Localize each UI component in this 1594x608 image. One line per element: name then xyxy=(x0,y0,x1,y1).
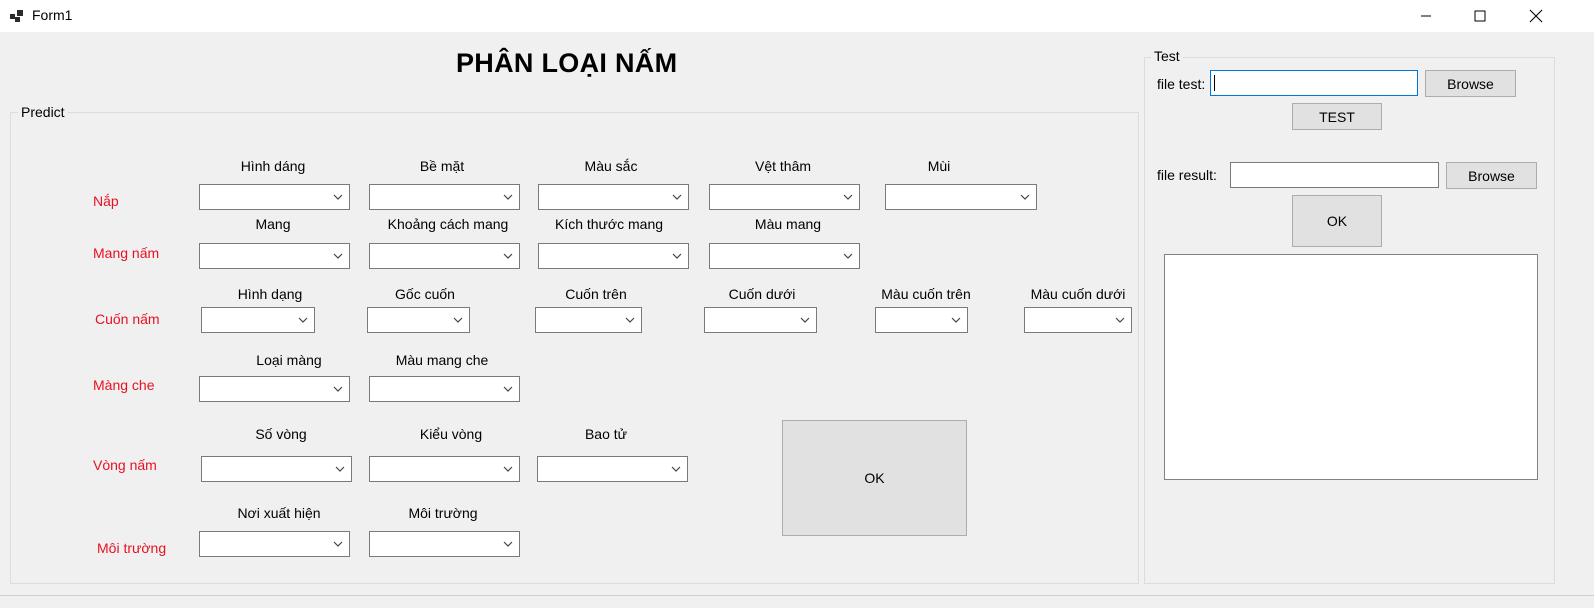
combo-hinh-dang[interactable] xyxy=(199,184,350,210)
row-label-cuon-nam: Cuốn nấm xyxy=(95,311,160,327)
combo-cuon-tren[interactable] xyxy=(535,307,642,333)
row-label-nap: Nắp xyxy=(93,193,119,209)
file-result-input[interactable] xyxy=(1230,162,1439,188)
file-test-input[interactable] xyxy=(1210,70,1418,96)
label-so-vong: Số vòng xyxy=(255,426,307,442)
chevron-down-icon xyxy=(1020,194,1030,200)
label-kich-thuoc-mang: Kích thước mang xyxy=(554,216,664,232)
label-mau-sac: Màu sắc xyxy=(584,158,638,174)
combo-kich-thuoc-mang[interactable] xyxy=(538,243,689,269)
predict-ok-button[interactable]: OK xyxy=(782,420,967,536)
label-cuon-tren: Cuốn trên xyxy=(565,286,627,302)
combo-so-vong[interactable] xyxy=(201,456,352,482)
label-mui: Mùi xyxy=(927,158,951,174)
app-grid-icon xyxy=(10,10,23,22)
chevron-down-icon xyxy=(333,541,343,547)
chevron-down-icon xyxy=(333,386,343,392)
chevron-down-icon xyxy=(503,466,513,472)
chevron-down-icon xyxy=(503,253,513,259)
chevron-down-icon xyxy=(672,253,682,259)
combo-mau-sac[interactable] xyxy=(538,184,689,210)
label-noi-xuat-hien: Nơi xuất hiện xyxy=(237,505,321,521)
file-test-label: file test: xyxy=(1157,76,1206,92)
combo-khoang-cach-mang[interactable] xyxy=(369,243,520,269)
label-hinh-dang: Hình dáng xyxy=(240,158,306,174)
combo-kieu-vong[interactable] xyxy=(369,456,520,482)
browse-result-button[interactable]: Browse xyxy=(1446,162,1537,189)
combo-mau-cuon-tren[interactable] xyxy=(875,307,968,333)
row-label-mang-che: Màng che xyxy=(93,377,155,393)
chevron-down-icon xyxy=(503,386,513,392)
test-ok-button[interactable]: OK xyxy=(1292,195,1382,247)
chevron-down-icon xyxy=(671,466,681,472)
minimize-icon xyxy=(1421,15,1431,17)
close-icon xyxy=(1529,9,1543,23)
combo-mau-mang[interactable] xyxy=(709,243,860,269)
label-hinh-dang-cuon: Hình dạng xyxy=(237,286,303,302)
test-button[interactable]: TEST xyxy=(1292,103,1382,130)
window-bottom-edge xyxy=(0,595,1594,608)
combo-mau-cuon-duoi[interactable] xyxy=(1024,307,1132,333)
combo-vet-tham[interactable] xyxy=(709,184,860,210)
combo-mang[interactable] xyxy=(199,243,350,269)
combo-noi-xuat-hien[interactable] xyxy=(199,531,350,557)
minimize-button[interactable] xyxy=(1398,0,1454,32)
test-legend: Test xyxy=(1151,48,1183,64)
chevron-down-icon xyxy=(503,194,513,200)
chevron-down-icon xyxy=(335,466,345,472)
combo-moi-truong[interactable] xyxy=(369,531,520,557)
label-be-mat: Bề mặt xyxy=(419,158,465,174)
row-label-vong-nam: Vòng nấm xyxy=(93,457,157,473)
label-kieu-vong: Kiểu vòng xyxy=(419,426,483,442)
chevron-down-icon xyxy=(843,194,853,200)
label-mau-mang: Màu mang xyxy=(754,216,822,232)
chevron-down-icon xyxy=(453,317,463,323)
page-title: PHÂN LOẠI NẤM xyxy=(456,48,678,78)
label-cuon-duoi: Cuốn dưới xyxy=(728,286,796,302)
label-loai-mang: Loại màng xyxy=(256,352,322,368)
text-caret xyxy=(1214,75,1215,91)
row-label-mang-nam: Mang nấm xyxy=(93,245,160,261)
title-bar: Form1 xyxy=(0,0,1594,32)
chevron-down-icon xyxy=(951,317,961,323)
browse-test-button[interactable]: Browse xyxy=(1425,70,1516,97)
chevron-down-icon xyxy=(333,253,343,259)
chevron-down-icon xyxy=(298,317,308,323)
combo-cuon-duoi[interactable] xyxy=(704,307,817,333)
chevron-down-icon xyxy=(843,253,853,259)
label-goc-cuon: Gốc cuốn xyxy=(395,286,455,302)
label-vet-tham: Vệt thâm xyxy=(754,158,812,174)
window-title: Form1 xyxy=(32,7,73,23)
label-mau-cuon-tren: Màu cuốn trên xyxy=(881,286,971,302)
combo-mui[interactable] xyxy=(885,184,1037,210)
row-label-moi-truong: Môi trường xyxy=(97,540,167,556)
close-button[interactable] xyxy=(1508,0,1564,32)
label-bao-tu: Bao tử xyxy=(584,426,628,442)
combo-goc-cuon[interactable] xyxy=(367,307,470,333)
combo-bao-tu[interactable] xyxy=(537,456,688,482)
maximize-button[interactable] xyxy=(1452,0,1508,32)
combo-be-mat[interactable] xyxy=(369,184,520,210)
maximize-icon xyxy=(1474,10,1486,22)
combo-hinh-dang-cuon[interactable] xyxy=(201,307,315,333)
chevron-down-icon xyxy=(672,194,682,200)
predict-legend: Predict xyxy=(18,104,68,120)
combo-loai-mang[interactable] xyxy=(199,376,350,402)
result-list[interactable] xyxy=(1164,254,1538,480)
label-mau-cuon-duoi: Màu cuốn dưới xyxy=(1030,286,1126,302)
label-khoang-cach-mang: Khoảng cách mang xyxy=(387,216,509,232)
chevron-down-icon xyxy=(503,541,513,547)
label-mang: Mang xyxy=(255,216,291,232)
chevron-down-icon xyxy=(333,194,343,200)
file-result-label: file result: xyxy=(1157,167,1217,183)
predict-group xyxy=(10,112,1139,584)
chevron-down-icon xyxy=(1115,317,1125,323)
label-moi-truong: Môi trường xyxy=(408,505,478,521)
chevron-down-icon xyxy=(800,317,810,323)
combo-mau-mang-che[interactable] xyxy=(369,376,520,402)
label-mau-mang-che: Màu mang che xyxy=(395,352,489,368)
chevron-down-icon xyxy=(625,317,635,323)
